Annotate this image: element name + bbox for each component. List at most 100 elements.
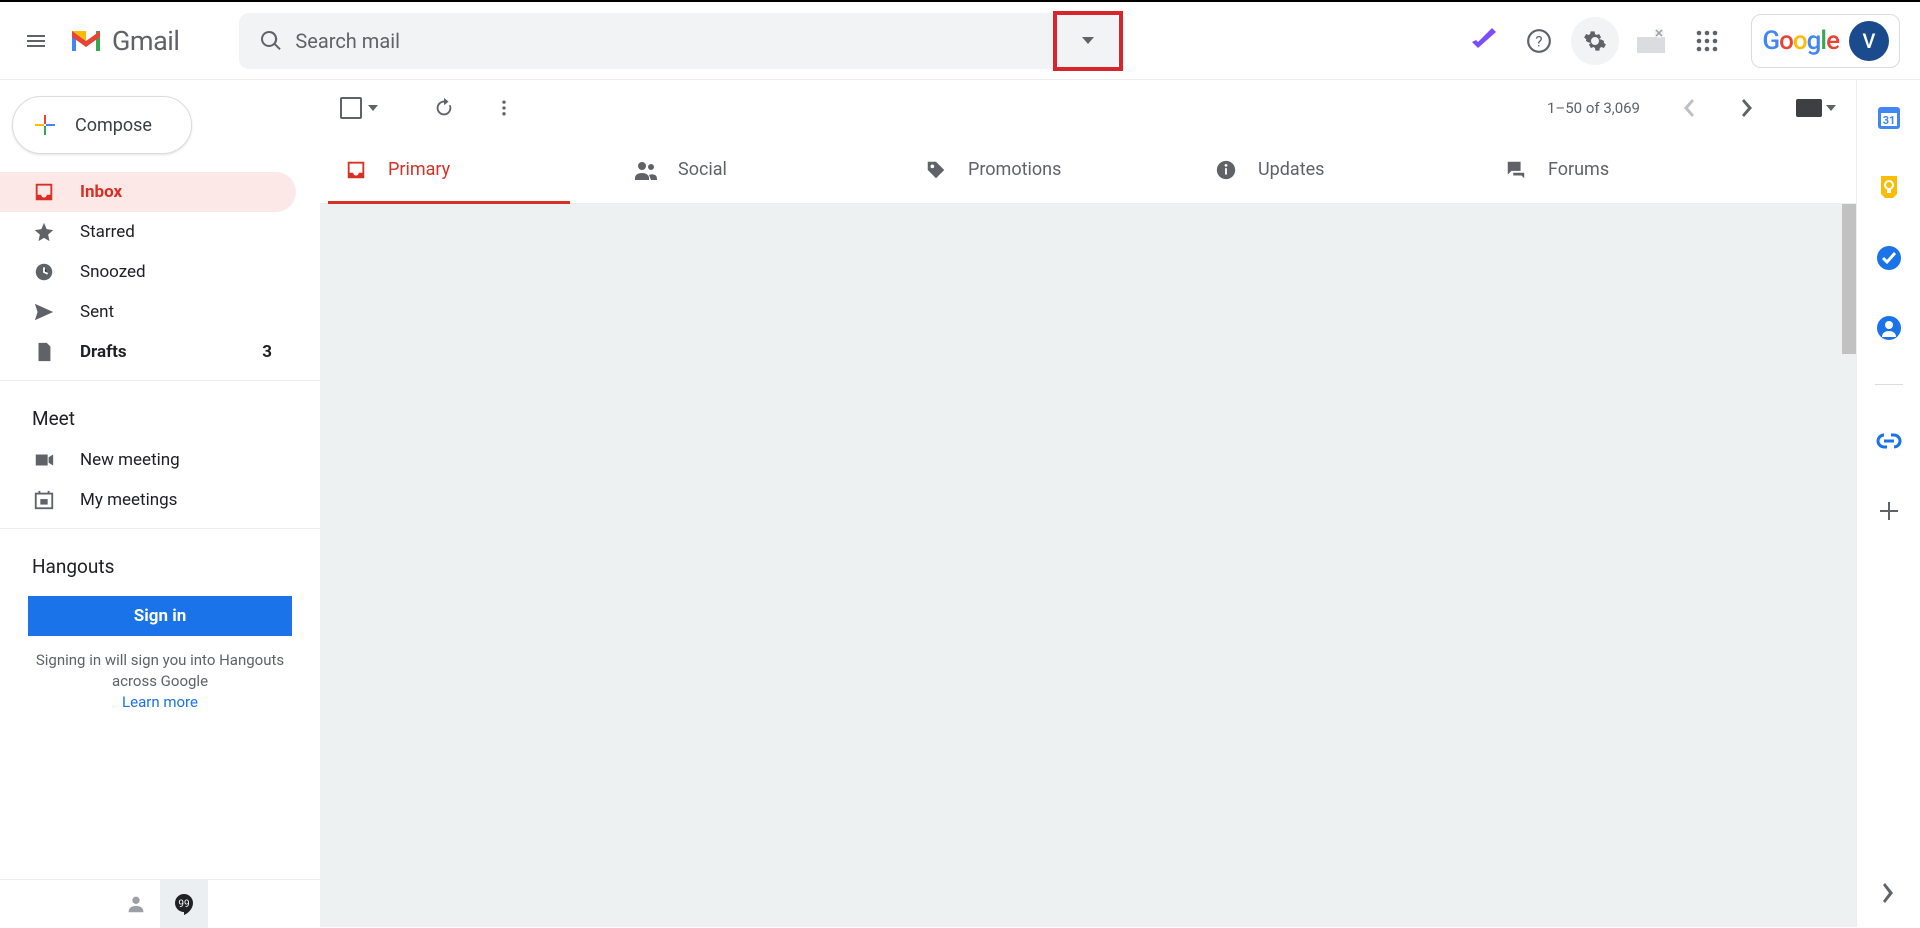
checkmark-icon xyxy=(1468,26,1498,56)
sidebar-footer: 99 xyxy=(0,879,320,927)
tasks-icon xyxy=(1876,245,1902,271)
search-input[interactable] xyxy=(295,29,1111,53)
tab-label: Updates xyxy=(1258,159,1324,180)
gmail-logo[interactable]: Gmail xyxy=(68,25,179,57)
chevron-right-icon xyxy=(1883,883,1895,903)
tab-updates[interactable]: Updates xyxy=(1190,136,1480,203)
account-avatar[interactable]: V xyxy=(1849,21,1889,61)
page-count[interactable]: 1–50 of 3,069 xyxy=(1547,99,1640,117)
chevron-right-icon xyxy=(1742,99,1754,117)
sidebar-item-label: Starred xyxy=(80,222,135,242)
sidebar-item-drafts[interactable]: Drafts 3 xyxy=(0,332,296,372)
drafts-count: 3 xyxy=(262,342,272,362)
sidebar-item-label: Inbox xyxy=(80,182,122,202)
hangouts-learn-more-link[interactable]: Learn more xyxy=(122,693,198,711)
main-menu-button[interactable] xyxy=(12,17,60,65)
google-wordmark: Google xyxy=(1762,26,1839,56)
search-bar xyxy=(239,13,1119,69)
search-options-button[interactable] xyxy=(1053,11,1123,71)
mail-toolbar: 1–50 of 3,069 xyxy=(320,80,1856,136)
sidebar-item-inbox[interactable]: Inbox xyxy=(0,172,296,212)
help-icon: ? xyxy=(1526,28,1552,54)
refresh-button[interactable] xyxy=(420,84,468,132)
google-apps-button[interactable] xyxy=(1683,17,1731,65)
tasks-extension-button[interactable] xyxy=(1459,17,1507,65)
caret-down-icon xyxy=(1082,37,1094,45)
envelope-offline-icon xyxy=(1635,27,1667,55)
topbar: Gmail ? Google V xyxy=(0,0,1920,80)
video-icon xyxy=(32,448,56,472)
keyboard-icon xyxy=(1796,99,1822,117)
sidebar-item-label: My meetings xyxy=(80,490,177,510)
content: 1–50 of 3,069 Primary Social xyxy=(320,80,1856,927)
hangouts-note: Signing in will sign you into Hangouts a… xyxy=(0,644,320,719)
inbox-icon xyxy=(344,158,368,182)
svg-text:31: 31 xyxy=(1882,114,1895,127)
main-area: Compose Inbox Starred Snoozed Sent Draft… xyxy=(0,80,1920,927)
caret-down-icon xyxy=(368,105,378,111)
hamburger-icon xyxy=(24,29,48,53)
link-addon[interactable] xyxy=(1875,427,1903,455)
caret-down-icon xyxy=(1826,105,1836,111)
chevron-left-icon xyxy=(1682,99,1694,117)
settings-button[interactable] xyxy=(1571,17,1619,65)
calendar-icon xyxy=(32,488,56,512)
svg-text:99: 99 xyxy=(178,899,189,910)
side-panel: 31 xyxy=(1856,80,1920,927)
select-all-checkbox[interactable] xyxy=(340,97,378,119)
tab-label: Primary xyxy=(388,159,450,180)
sidebar-item-new-meeting[interactable]: New meeting xyxy=(0,440,296,480)
gmail-logo-icon xyxy=(68,27,104,55)
newer-button[interactable] xyxy=(1664,84,1712,132)
category-tabs: Primary Social Promotions Updates Forums xyxy=(320,136,1856,204)
footer-hangouts-button[interactable]: 99 xyxy=(160,880,208,928)
tab-social[interactable]: Social xyxy=(610,136,900,203)
scrollbar-thumb[interactable] xyxy=(1842,204,1856,354)
get-addons-button[interactable] xyxy=(1875,497,1903,525)
sidebar-item-snoozed[interactable]: Snoozed xyxy=(0,252,296,292)
checkbox-icon xyxy=(340,97,362,119)
hangouts-signin-button[interactable]: Sign in xyxy=(28,596,292,636)
tab-label: Promotions xyxy=(968,159,1061,180)
plus-icon xyxy=(1878,500,1900,522)
topbar-right: ? Google V xyxy=(1459,14,1900,68)
older-button[interactable] xyxy=(1724,84,1772,132)
link-icon xyxy=(1875,432,1903,450)
person-icon xyxy=(125,893,147,915)
tab-forums[interactable]: Forums xyxy=(1480,136,1770,203)
contacts-addon[interactable] xyxy=(1875,314,1903,342)
support-button[interactable]: ? xyxy=(1515,17,1563,65)
sidebar-item-sent[interactable]: Sent xyxy=(0,292,296,332)
compose-button[interactable]: Compose xyxy=(12,96,192,154)
people-icon xyxy=(634,158,658,182)
hangouts-icon: 99 xyxy=(172,892,196,916)
input-tools-button[interactable] xyxy=(1796,99,1836,117)
keep-addon[interactable] xyxy=(1875,174,1903,202)
tab-primary[interactable]: Primary xyxy=(320,136,610,203)
sidebar-item-starred[interactable]: Starred xyxy=(0,212,296,252)
account-box[interactable]: Google V xyxy=(1751,14,1900,68)
search-button[interactable] xyxy=(247,17,295,65)
offline-indicator[interactable] xyxy=(1627,17,1675,65)
hide-side-panel-button[interactable] xyxy=(1875,879,1903,907)
calendar-addon[interactable]: 31 xyxy=(1875,104,1903,132)
divider xyxy=(0,528,320,529)
divider xyxy=(1875,384,1903,385)
send-icon xyxy=(32,300,56,324)
hangouts-section-title: Hangouts xyxy=(0,537,320,588)
file-icon xyxy=(32,340,56,364)
contacts-icon xyxy=(1876,315,1902,341)
footer-contacts-button[interactable] xyxy=(112,880,160,928)
more-button[interactable] xyxy=(480,84,528,132)
info-icon xyxy=(1214,158,1238,182)
refresh-icon xyxy=(433,97,455,119)
sidebar-item-my-meetings[interactable]: My meetings xyxy=(0,480,296,520)
gear-icon xyxy=(1583,29,1607,53)
mail-list-area xyxy=(320,204,1856,927)
tasks-addon[interactable] xyxy=(1875,244,1903,272)
svg-text:?: ? xyxy=(1536,32,1543,50)
more-vert-icon xyxy=(494,98,514,118)
sidebar-item-label: Drafts xyxy=(80,342,127,362)
tab-promotions[interactable]: Promotions xyxy=(900,136,1190,203)
tab-label: Social xyxy=(678,159,727,180)
